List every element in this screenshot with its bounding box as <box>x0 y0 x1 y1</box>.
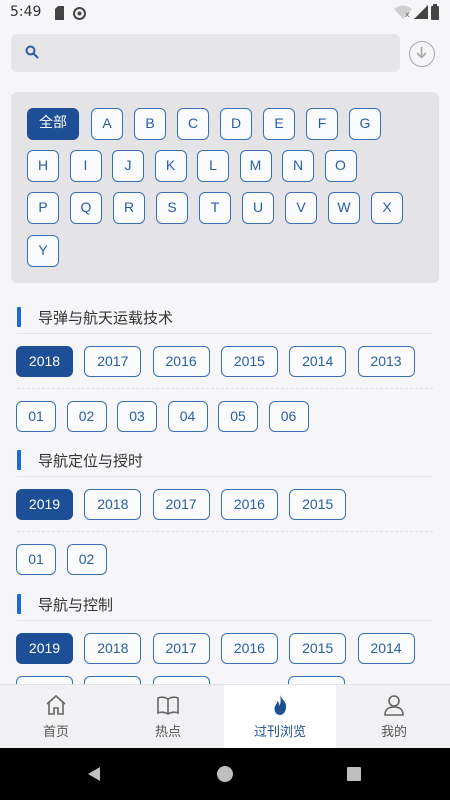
home-icon <box>46 694 66 715</box>
letter-button[interactable]: C <box>177 108 209 140</box>
user-icon <box>384 695 404 716</box>
letter-button[interactable]: F <box>306 108 338 140</box>
letter-button[interactable]: O <box>324 150 357 182</box>
letter-button[interactable]: Y <box>27 235 59 267</box>
year-button[interactable]: 2017 <box>152 633 210 664</box>
section-marker <box>17 594 21 614</box>
journal-title-text: 导弹与航天运载技术 <box>38 309 174 327</box>
year-button[interactable]: 2016 <box>220 489 278 520</box>
flame-icon <box>274 695 287 715</box>
letter-button[interactable]: G <box>349 108 381 140</box>
divider <box>17 333 433 334</box>
tab-home[interactable]: 首页 <box>0 685 112 749</box>
letter-button[interactable]: B <box>134 108 166 140</box>
year-button[interactable]: 2013 <box>357 346 415 377</box>
year-button[interactable]: 2015 <box>220 346 278 377</box>
section-marker <box>17 307 21 327</box>
search-row <box>0 26 450 82</box>
home-circle-icon[interactable] <box>216 765 234 783</box>
letter-button[interactable]: W <box>328 192 360 224</box>
letter-button[interactable]: X <box>371 192 403 224</box>
data-saver-icon <box>73 7 86 20</box>
journal-title-text: 导航定位与授时 <box>38 452 144 470</box>
letter-button[interactable]: L <box>197 150 229 182</box>
search-input[interactable] <box>11 34 400 72</box>
download-button[interactable] <box>409 41 435 67</box>
letter-button[interactable]: Q <box>70 192 102 224</box>
divider <box>17 476 433 477</box>
letter-button[interactable]: K <box>154 150 187 182</box>
letter-button[interactable]: D <box>220 108 252 140</box>
system-nav-bar <box>0 748 450 800</box>
status-time: 5:49 <box>10 4 42 20</box>
divider <box>17 388 433 389</box>
issue-button[interactable]: 01 <box>16 401 56 432</box>
letter-filter-panel: 全部 ABCDEFG HIJKLMNO PQRSTUVWX Y <box>11 92 439 283</box>
letter-button[interactable]: U <box>242 192 274 224</box>
letter-button[interactable]: H <box>27 150 59 182</box>
letter-button[interactable]: N <box>282 150 314 182</box>
journal-title-text: 导航与控制 <box>38 596 114 614</box>
letter-button[interactable]: V <box>285 192 317 224</box>
issue-button[interactable]: 01 <box>16 544 56 575</box>
letter-button[interactable]: R <box>113 192 145 224</box>
letter-button[interactable]: J <box>112 150 144 182</box>
issue-button[interactable]: 06 <box>268 401 309 432</box>
divider <box>17 620 433 621</box>
letter-button[interactable]: S <box>156 192 188 224</box>
year-button[interactable]: 2016 <box>152 346 210 377</box>
tab-archive[interactable]: 过刊浏览 <box>224 685 336 749</box>
svg-text:x: x <box>405 10 410 19</box>
issue-button[interactable]: 03 <box>117 401 157 432</box>
issue-button[interactable]: 02 <box>66 401 107 432</box>
section-marker <box>17 450 21 470</box>
year-button[interactable]: 2014 <box>357 633 415 664</box>
download-icon <box>416 47 427 59</box>
year-button[interactable]: 2015 <box>289 633 347 664</box>
recents-icon[interactable] <box>346 766 362 782</box>
signal-icon <box>414 5 428 19</box>
letter-all-button[interactable]: 全部 <box>27 108 79 140</box>
year-button[interactable]: 2014 <box>289 346 347 377</box>
year-button[interactable]: 2017 <box>84 346 142 377</box>
letter-button[interactable]: M <box>239 150 272 182</box>
back-icon[interactable] <box>86 766 102 782</box>
sim-card-icon <box>55 6 64 20</box>
tab-hot[interactable]: 热点 <box>112 685 224 749</box>
year-button[interactable]: 2018 <box>84 633 142 664</box>
issue-button[interactable]: 04 <box>167 401 208 432</box>
year-button[interactable]: 2018 <box>84 489 142 520</box>
wifi-icon: x <box>394 5 412 19</box>
letter-button[interactable]: E <box>263 108 295 140</box>
battery-icon <box>431 4 439 20</box>
tab-hot-label: 热点 <box>154 725 181 740</box>
tab-mine-label: 我的 <box>380 725 407 740</box>
tab-home-label: 首页 <box>42 725 69 740</box>
status-bar: 5:49 x <box>0 0 450 26</box>
search-icon <box>25 45 39 59</box>
tab-mine[interactable]: 我的 <box>338 685 450 749</box>
year-button[interactable]: 2018 <box>16 346 73 377</box>
letter-button[interactable]: T <box>199 192 231 224</box>
issue-button[interactable]: 05 <box>218 401 258 432</box>
issue-button[interactable]: 02 <box>66 544 107 575</box>
divider <box>17 531 433 532</box>
letter-button[interactable]: I <box>69 150 102 182</box>
year-button[interactable]: 2015 <box>289 489 347 520</box>
year-button[interactable]: 2019 <box>16 633 73 664</box>
letter-button[interactable]: P <box>27 192 59 224</box>
bottom-tab-bar: 首页 热点 过刊浏览 我的 <box>0 684 450 749</box>
letter-button[interactable]: A <box>91 108 123 140</box>
year-button[interactable]: 2019 <box>16 489 73 520</box>
tab-archive-label: 过刊浏览 <box>253 725 306 740</box>
year-button[interactable]: 2016 <box>220 633 278 664</box>
book-icon <box>157 696 179 715</box>
year-button[interactable]: 2017 <box>152 489 210 520</box>
